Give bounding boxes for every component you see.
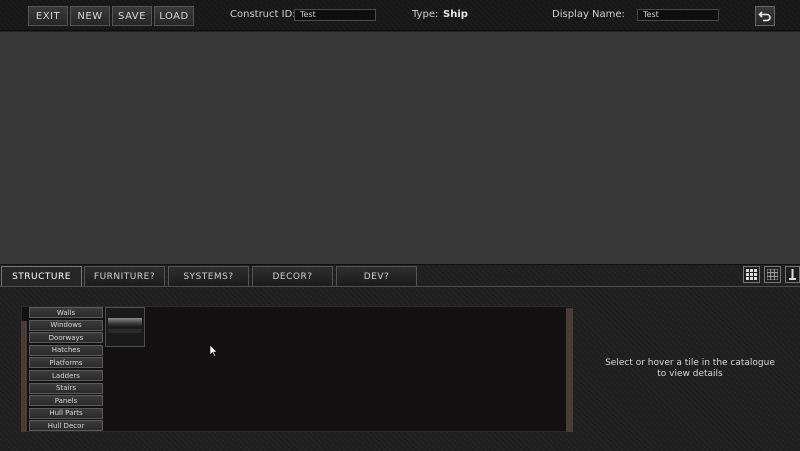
tile-preview-shadow xyxy=(108,329,142,333)
save-button[interactable]: SAVE xyxy=(112,6,152,26)
list-view-button[interactable] xyxy=(785,266,800,283)
construct-id-input[interactable]: Test xyxy=(294,9,376,21)
tab-dev[interactable]: DEV? xyxy=(336,266,417,286)
small-grid-view-button[interactable] xyxy=(764,266,781,283)
tile-preview xyxy=(108,318,142,327)
tab-decor[interactable]: DECOR? xyxy=(252,266,333,286)
undo-icon xyxy=(758,11,771,22)
display-name-label: Display Name: xyxy=(552,9,625,20)
list-icon xyxy=(789,269,796,280)
tile-catalogue xyxy=(21,306,573,432)
load-button[interactable]: LOAD xyxy=(154,6,194,26)
category-item-hatches[interactable]: Hatches xyxy=(29,344,103,356)
tab-divider xyxy=(0,286,800,287)
exit-button[interactable]: EXIT xyxy=(28,6,68,26)
category-item-stairs[interactable]: Stairs xyxy=(29,382,103,394)
type-label: Type: xyxy=(412,9,439,20)
category-item-platforms[interactable]: Platforms xyxy=(29,357,103,369)
top-toolbar: EXIT NEW SAVE LOAD Construct ID: Test Ty… xyxy=(0,0,800,31)
category-item-hull-decor[interactable]: Hull Decor xyxy=(29,420,103,432)
category-scrollbar[interactable] xyxy=(21,321,27,432)
catalogue-scrollbar[interactable] xyxy=(566,308,573,432)
tab-structure[interactable]: STRUCTURE xyxy=(1,266,82,287)
construct-id-label: Construct ID: xyxy=(230,9,296,20)
category-item-ladders[interactable]: Ladders xyxy=(29,370,103,381)
category-item-doorways[interactable]: Doorways xyxy=(29,332,103,344)
large-grid-icon xyxy=(746,269,757,280)
tile-details-placeholder: Select or hover a tile in the catalogue … xyxy=(605,358,775,379)
build-viewport[interactable] xyxy=(0,32,800,264)
tab-systems[interactable]: SYSTEMS? xyxy=(168,266,249,286)
new-button[interactable]: NEW xyxy=(70,6,110,26)
display-name-input[interactable]: Test xyxy=(637,9,719,21)
category-item-windows[interactable]: Windows xyxy=(29,319,103,331)
small-grid-icon xyxy=(767,269,778,280)
catalogue-tile[interactable] xyxy=(105,307,145,347)
category-item-panels[interactable]: Panels xyxy=(29,395,103,407)
undo-button[interactable] xyxy=(755,6,775,26)
mouse-cursor-icon xyxy=(210,345,218,357)
tab-furniture[interactable]: FURNITURE? xyxy=(84,266,165,286)
type-value: Ship xyxy=(443,9,468,20)
large-grid-view-button[interactable] xyxy=(743,266,760,283)
category-item-walls[interactable]: Walls xyxy=(29,307,103,318)
category-item-hull-parts[interactable]: Hull Parts xyxy=(29,407,103,419)
